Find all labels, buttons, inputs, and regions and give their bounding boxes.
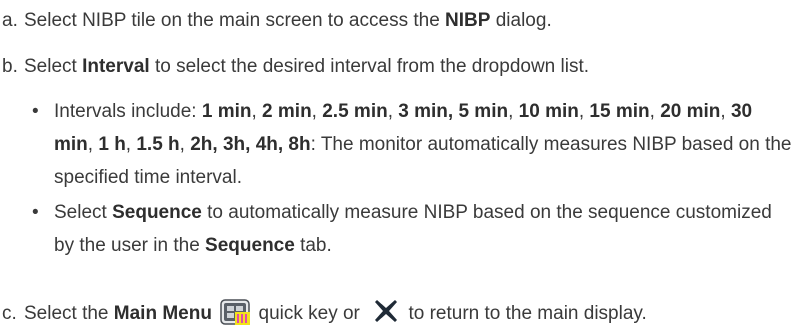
interval-2-5-min: 2.5 min bbox=[322, 101, 388, 122]
intervals-lead-text: Intervals include: bbox=[54, 101, 202, 122]
sequence-text-1: Select bbox=[54, 202, 113, 223]
step-c-bold-main-menu: Main Menu bbox=[113, 303, 212, 324]
step-c-marker: c. bbox=[2, 303, 17, 324]
interval-20-min: 20 min bbox=[660, 101, 721, 122]
sep: , bbox=[311, 101, 323, 122]
sep: , bbox=[125, 134, 137, 155]
interval-1-min: 1 min bbox=[201, 101, 252, 122]
bullet-sequence-marker: • bbox=[32, 202, 39, 223]
bullet-intervals-text: Intervals include: 1 min, 2 min, 2.5 min… bbox=[32, 95, 792, 194]
sequence-text-3: tab. bbox=[294, 235, 332, 256]
step-b-text-1: Select bbox=[24, 56, 83, 77]
sep: , bbox=[649, 101, 661, 122]
bullet-intervals-marker: • bbox=[32, 101, 39, 122]
interval-15-min: 15 min bbox=[589, 101, 650, 122]
step-a-bold-nibp: NIBP bbox=[445, 10, 491, 31]
step-b-bold-interval: Interval bbox=[82, 56, 150, 77]
bullet-sequence-text: Select Sequence to automatically measure… bbox=[32, 196, 792, 262]
sep: , bbox=[179, 134, 191, 155]
sep: , bbox=[87, 134, 99, 155]
step-a-marker: a. bbox=[2, 10, 18, 31]
interval-hours-group: 2h, 3h, 4h, 8h bbox=[190, 134, 311, 155]
interval-2-min: 2 min bbox=[262, 101, 312, 122]
sep: , bbox=[251, 101, 263, 122]
sep: , bbox=[720, 101, 731, 122]
step-a-text-1: Select NIBP tile on the main screen to a… bbox=[24, 10, 446, 31]
sep: , bbox=[508, 101, 519, 122]
interval-1-5-h: 1.5 h bbox=[136, 134, 180, 155]
step-c-text-3: to return to the main display. bbox=[403, 303, 647, 324]
step-c-text-2: quick key or bbox=[253, 303, 366, 324]
instruction-document: a. Select NIBP tile on the main screen to… bbox=[0, 0, 800, 336]
sequence-bold-2: Sequence bbox=[205, 235, 295, 256]
bullet-intervals: • Intervals include: 1 min, 2 min, 2.5 m… bbox=[32, 95, 792, 194]
step-c: c. Select the Main Menu quick key or to r… bbox=[2, 298, 792, 326]
step-b-text-2: to select the desired interval from the … bbox=[149, 56, 590, 77]
interval-3-5-min: 3 min, 5 min bbox=[398, 101, 509, 122]
interval-1-h: 1 h bbox=[98, 134, 126, 155]
step-c-text-1: Select the bbox=[24, 303, 114, 324]
sep: , bbox=[387, 101, 399, 122]
step-a: a. Select NIBP tile on the main screen to… bbox=[2, 9, 792, 33]
bullet-sequence: • Select Sequence to automatically measu… bbox=[32, 196, 792, 262]
step-b-marker: b. bbox=[2, 56, 18, 77]
interval-10-min: 10 min bbox=[518, 101, 579, 122]
step-a-text-2: dialog. bbox=[490, 10, 552, 31]
close-x-icon bbox=[373, 298, 399, 324]
step-b: b. Select Interval to select the desired … bbox=[2, 55, 792, 79]
main-menu-icon bbox=[220, 299, 251, 325]
sequence-bold-1: Sequence bbox=[112, 202, 202, 223]
sep: , bbox=[578, 101, 590, 122]
